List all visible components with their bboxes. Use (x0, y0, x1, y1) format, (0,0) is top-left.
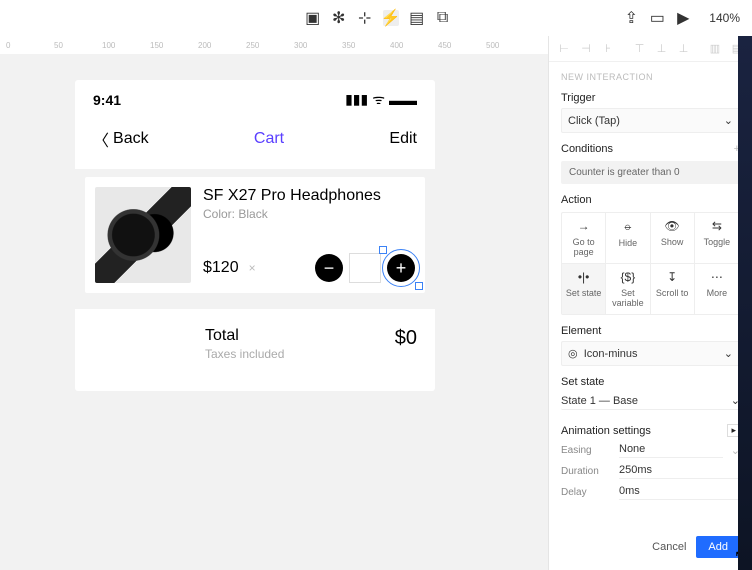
action-grid: →Go to page ⦵Hide 👁Show ⇆Toggle •|•Set s… (561, 212, 740, 315)
easing-label: Easing (561, 445, 611, 456)
eye-icon: 👁 (665, 219, 680, 233)
arrow-right-icon: → (578, 219, 590, 233)
cancel-button[interactable]: Cancel (652, 541, 686, 553)
cart-item[interactable]: SF X27 Pro Headphones Color: Black $120 … (85, 177, 425, 293)
align-center-icon[interactable]: ⊣ (579, 42, 593, 55)
align-right-icon[interactable]: ⊦ (601, 42, 615, 55)
device-icon[interactable]: ▭ (649, 10, 665, 26)
toggle-icon: ⇆ (712, 219, 722, 233)
status-bar: 9:41 ▮▮▮ ᯤ ▬▬ (75, 80, 435, 115)
duration-label: Duration (561, 466, 611, 477)
chevron-down-icon: ⌄ (724, 347, 733, 360)
pages-icon[interactable]: ▤ (409, 10, 425, 26)
panel-align-tools: ⊢ ⊣ ⊦ ⊤ ⊥ ⊥ ▥ ▤ (549, 36, 752, 62)
total-value: $0 (395, 327, 417, 350)
align-left-icon[interactable]: ⊢ (557, 42, 571, 55)
state-icon: •|• (578, 270, 590, 284)
element-label: Element (561, 325, 740, 337)
action-go-to-page[interactable]: →Go to page (562, 213, 606, 264)
back-button[interactable]: 〈 Back (93, 127, 149, 151)
canvas[interactable]: 0 50 100 150 200 250 300 350 400 450 500… (0, 36, 548, 570)
distribute-h-icon[interactable]: ▥ (708, 42, 722, 55)
product-price: $120 (203, 259, 239, 277)
conditions-label: Conditions (561, 143, 613, 155)
nav-bar: 〈 Back Cart Edit (75, 115, 435, 169)
artboard-cart[interactable]: 9:41 ▮▮▮ ᯤ ▬▬ 〈 Back Cart Edit (75, 80, 435, 391)
align-bottom-icon[interactable]: ⊥ (677, 42, 691, 55)
product-info: SF X27 Pro Headphones Color: Black $120 … (203, 187, 415, 283)
total-label: Total (205, 327, 284, 345)
cart-list: SF X27 Pro Headphones Color: Black $120 … (75, 169, 435, 309)
edit-button[interactable]: Edit (389, 130, 417, 148)
animation-label: Animation settings (561, 425, 651, 437)
cellular-icon: ▮▮▮ (345, 91, 368, 108)
quantity-field[interactable] (349, 253, 381, 283)
taxes-label: Taxes included (205, 347, 284, 361)
action-set-state[interactable]: •|•Set state (562, 264, 606, 314)
inspector-panel: ⊢ ⊣ ⊦ ⊤ ⊥ ⊥ ▥ ▤ NEW INTERACTION Trigger … (548, 36, 752, 570)
action-set-variable[interactable]: {$}Set variable (606, 264, 650, 314)
action-hide[interactable]: ⦵Hide (606, 213, 650, 264)
share-icon[interactable]: ⇪ (623, 10, 639, 26)
eye-off-icon: ⦵ (623, 219, 633, 234)
toolbar-right: ⇪ ▭ ▶ 140% (623, 10, 740, 26)
minus-icon[interactable]: − (315, 254, 343, 282)
plus-icon[interactable]: + (387, 254, 415, 282)
desktop-background (738, 36, 752, 570)
panel-footer: Cancel Add ↖ (549, 528, 752, 570)
action-label: Action (561, 194, 740, 206)
product-name: SF X27 Pro Headphones (203, 187, 415, 205)
target-icon: ◎ (568, 348, 578, 360)
back-label: Back (113, 130, 149, 148)
product-color: Color: Black (203, 207, 415, 221)
add-button[interactable]: Add ↖ (696, 536, 740, 558)
status-time: 9:41 (93, 92, 121, 108)
duration-input[interactable]: 250ms (619, 464, 740, 479)
align-middle-icon[interactable]: ⊥ (655, 42, 669, 55)
toolbar-center: ▣ ✻ ⊹ ⚡ ▤ ⧉ (12, 10, 623, 26)
align-icon[interactable]: ⊹ (357, 10, 373, 26)
battery-icon: ▬▬ (389, 92, 417, 108)
setstate-select[interactable]: State 1 — Base ⌄ (561, 392, 740, 410)
element-select[interactable]: ◎ Icon-minus ⌄ (561, 341, 740, 366)
action-show[interactable]: 👁Show (651, 213, 695, 264)
delay-input[interactable]: 0ms (619, 485, 740, 500)
more-icon: ⋯ (711, 270, 723, 284)
action-more[interactable]: ⋯More (695, 264, 739, 314)
totals-row: Total Taxes included $0 (75, 309, 435, 391)
zoom-level[interactable]: 140% (709, 11, 740, 25)
settings-gear-icon[interactable]: ✻ (331, 10, 347, 26)
chevron-down-icon: ⌄ (724, 114, 733, 127)
topbar: ▣ ✻ ⊹ ⚡ ▤ ⧉ ⇪ ▭ ▶ 140% (0, 0, 752, 36)
chevron-left-icon: 〈 (93, 127, 109, 151)
align-top-icon[interactable]: ⊤ (633, 42, 647, 55)
variable-icon: {$} (621, 270, 636, 284)
delay-label: Delay (561, 487, 611, 498)
play-icon[interactable]: ▶ (675, 10, 691, 26)
section-heading: NEW INTERACTION (561, 72, 740, 82)
setstate-label: Set state (561, 376, 740, 388)
scroll-icon: ↧ (667, 270, 677, 284)
condition-chip[interactable]: Counter is greater than 0 (561, 161, 740, 184)
assets-icon[interactable]: ▣ (305, 10, 321, 26)
ruler: 0 50 100 150 200 250 300 350 400 450 500 (0, 36, 548, 54)
remove-icon[interactable]: × (249, 261, 256, 275)
product-image (95, 187, 191, 283)
nav-title: Cart (254, 130, 284, 148)
trigger-label: Trigger (561, 92, 740, 104)
action-scroll-to[interactable]: ↧Scroll to (651, 264, 695, 314)
action-toggle[interactable]: ⇆Toggle (695, 213, 739, 264)
components-icon[interactable]: ⧉ (435, 10, 451, 26)
wifi-icon: ᯤ (372, 90, 385, 109)
status-icons: ▮▮▮ ᯤ ▬▬ (345, 90, 417, 109)
trigger-select[interactable]: Click (Tap) ⌄ (561, 108, 740, 133)
interactions-lightning-icon[interactable]: ⚡ (383, 10, 399, 26)
quantity-stepper: − + (315, 253, 415, 283)
easing-select[interactable]: None (619, 443, 723, 458)
